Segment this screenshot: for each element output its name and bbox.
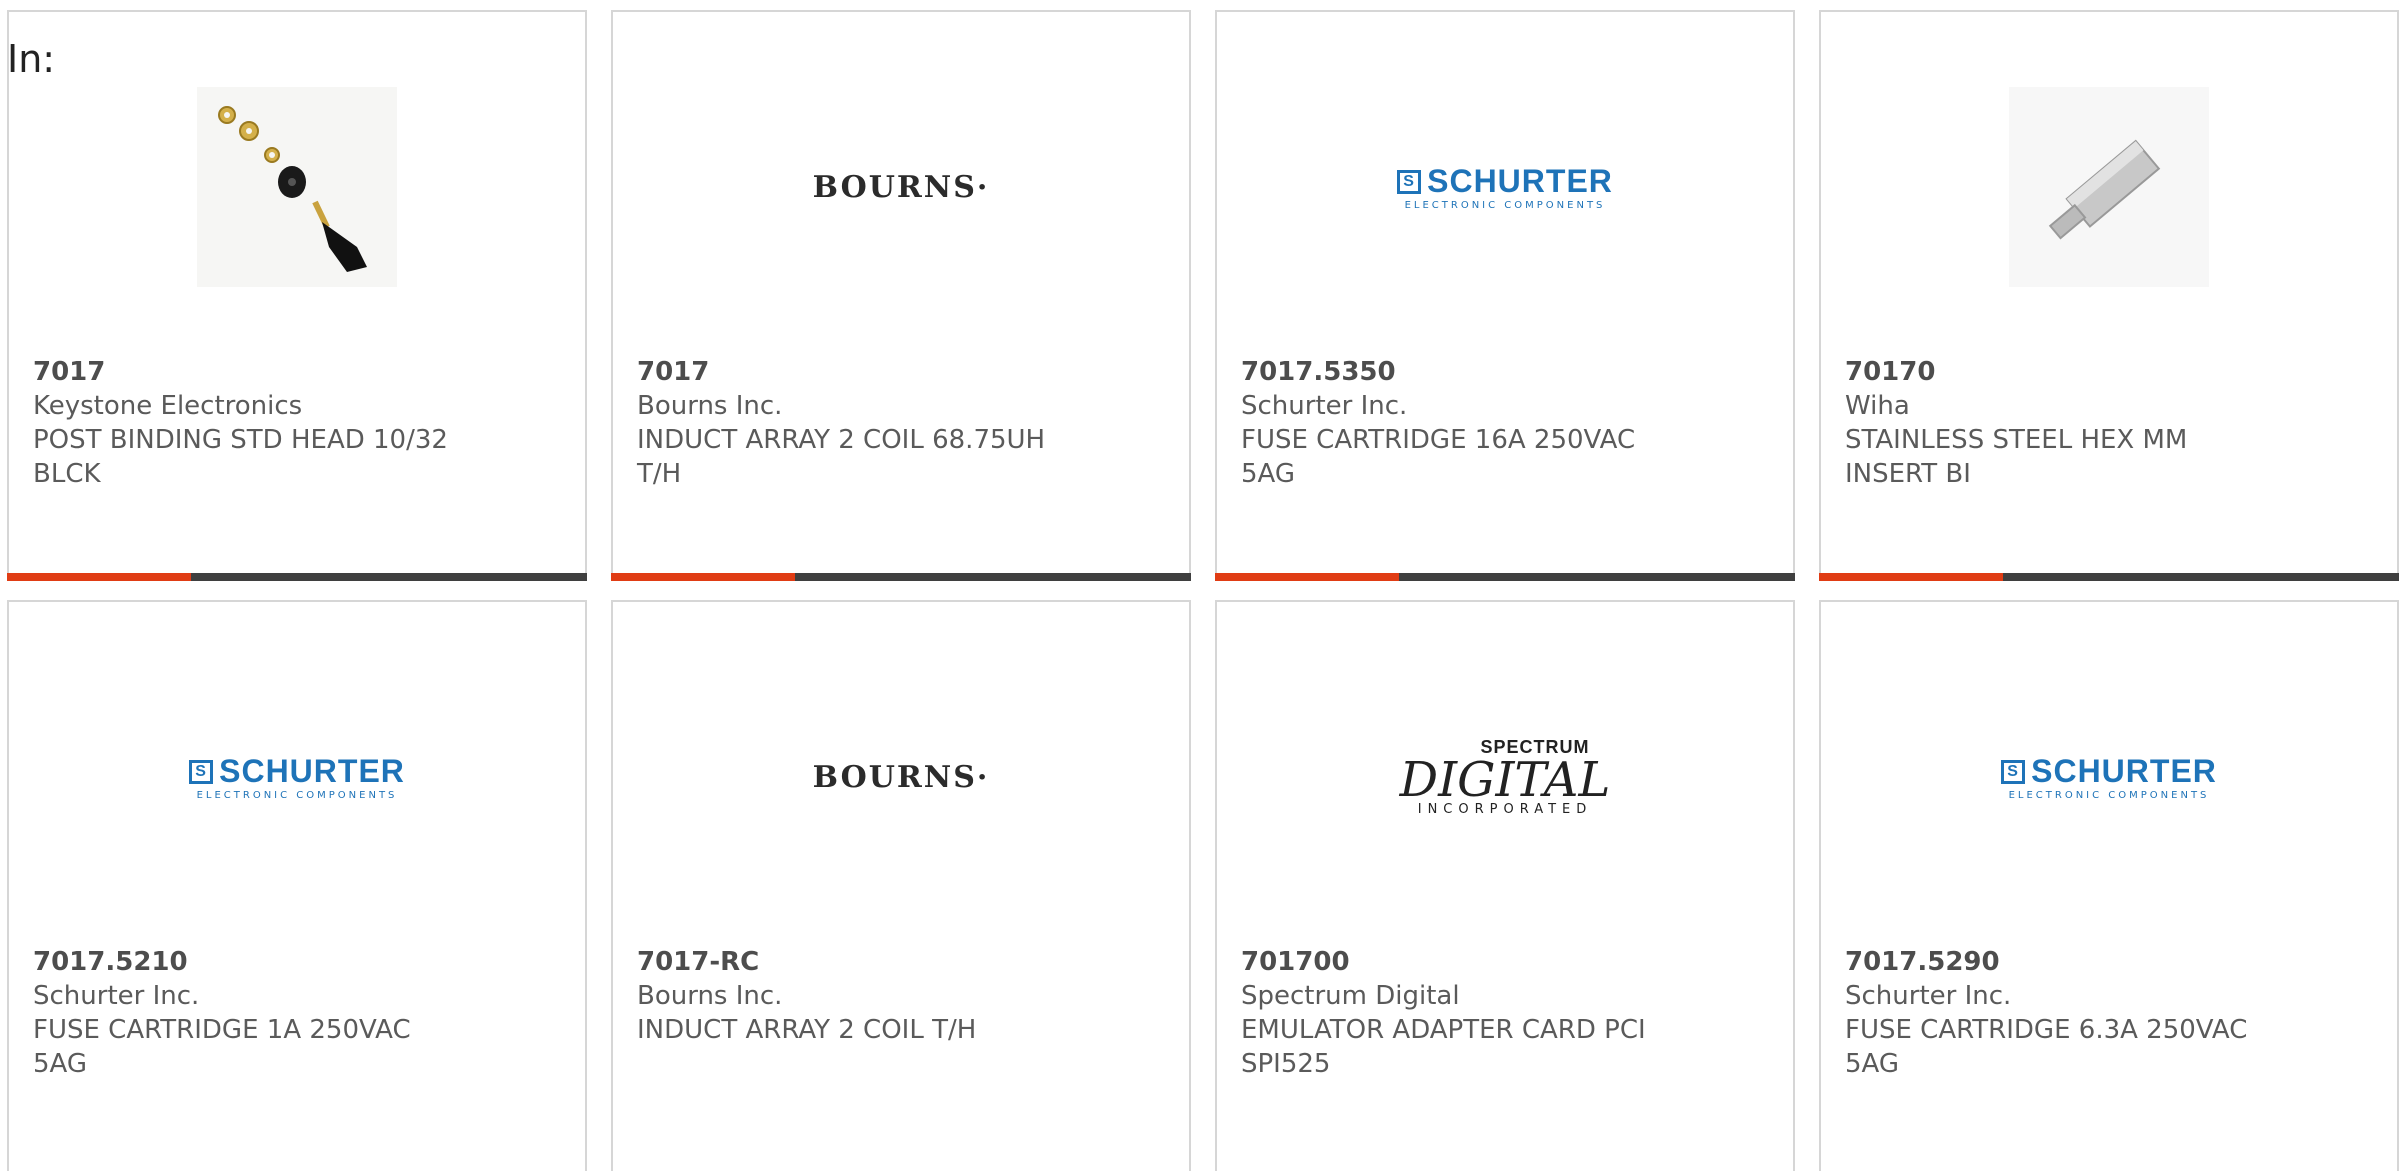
description-line: T/H (637, 459, 682, 489)
product-card[interactable]: S SCHURTER ELECTRONIC COMPONENTS 7017.521… (7, 600, 587, 1171)
description-line: INSERT BI (1845, 459, 1971, 489)
product-card[interactable]: S SCHURTER ELECTRONIC COMPONENTS 7017.529… (1819, 600, 2399, 1171)
description-line: 5AG (1845, 1049, 1900, 1079)
product-card[interactable]: S SCHURTER ELECTRONIC COMPONENTS 7017.535… (1215, 10, 1795, 581)
description-line: FUSE CARTRIDGE 16A 250VAC (1241, 425, 1636, 455)
product-card[interactable]: 70170 Wiha STAINLESS STEEL HEX MM INSERT… (1819, 10, 2399, 581)
schurter-logo-icon: S SCHURTER ELECTRONIC COMPONENTS (189, 753, 405, 801)
product-image: S SCHURTER ELECTRONIC COMPONENTS (1821, 672, 2397, 882)
manufacturer: Schurter Inc. (1845, 981, 2012, 1011)
product-image: S SCHURTER ELECTRONIC COMPONENTS (9, 672, 585, 882)
product-info: 7017-RC Bourns Inc. INDUCT ARRAY 2 COIL … (637, 945, 1067, 1047)
product-info: 70170 Wiha STAINLESS STEEL HEX MM INSERT… (1845, 355, 2275, 491)
card-accent-bar (611, 573, 1191, 581)
search-scope-label: In: (7, 37, 56, 81)
manufacturer: Bourns Inc. (637, 391, 783, 421)
manufacturer: Spectrum Digital (1241, 981, 1460, 1011)
product-image: BOURNS· (613, 672, 1189, 882)
manufacturer: Wiha (1845, 391, 1910, 421)
product-image: BOURNS· (613, 82, 1189, 292)
part-number[interactable]: 7017 (637, 355, 1067, 389)
description-line: EMULATOR ADAPTER CARD PCI (1241, 1015, 1646, 1045)
product-card[interactable]: 7017 Keystone Electronics POST BINDING S… (7, 10, 587, 581)
bourns-logo-icon: BOURNS· (812, 759, 990, 795)
description-line: BLCK (33, 459, 101, 489)
spectrum-digital-logo-icon: SPECTRUM DIGITAL INCORPORATED (1399, 737, 1611, 817)
manufacturer: Keystone Electronics (33, 391, 303, 421)
description-line: 5AG (33, 1049, 88, 1079)
product-info: 7017 Bourns Inc. INDUCT ARRAY 2 COIL 68.… (637, 355, 1067, 491)
part-number[interactable]: 7017-RC (637, 945, 1067, 979)
product-card[interactable]: BOURNS· 7017-RC Bourns Inc. INDUCT ARRAY… (611, 600, 1191, 1171)
product-info: 7017 Keystone Electronics POST BINDING S… (33, 355, 463, 491)
bourns-logo-icon: BOURNS· (812, 169, 990, 205)
hex-bit-icon (2009, 87, 2209, 287)
card-accent-bar (1819, 573, 2399, 581)
product-image: SPECTRUM DIGITAL INCORPORATED (1217, 672, 1793, 882)
product-info: 7017.5290 Schurter Inc. FUSE CARTRIDGE 6… (1845, 945, 2275, 1081)
manufacturer: Schurter Inc. (33, 981, 200, 1011)
description-line: 5AG (1241, 459, 1296, 489)
description-line: INDUCT ARRAY 2 COIL 68.75UH (637, 425, 1046, 455)
card-accent-bar (7, 573, 587, 581)
part-number[interactable]: 701700 (1241, 945, 1671, 979)
product-info: 7017.5210 Schurter Inc. FUSE CARTRIDGE 1… (33, 945, 463, 1081)
product-image (1821, 82, 2397, 292)
schurter-logo-icon: S SCHURTER ELECTRONIC COMPONENTS (2001, 753, 2217, 801)
description-line: FUSE CARTRIDGE 1A 250VAC (33, 1015, 411, 1045)
product-card[interactable]: SPECTRUM DIGITAL INCORPORATED 701700 Spe… (1215, 600, 1795, 1171)
binding-post-icon (197, 87, 397, 287)
product-image: S SCHURTER ELECTRONIC COMPONENTS (1217, 82, 1793, 292)
description-line: INDUCT ARRAY 2 COIL T/H (637, 1015, 977, 1045)
part-number[interactable]: 7017.5210 (33, 945, 463, 979)
manufacturer: Schurter Inc. (1241, 391, 1408, 421)
description-line: SPI525 (1241, 1049, 1331, 1079)
part-number[interactable]: 7017.5290 (1845, 945, 2275, 979)
product-card[interactable]: BOURNS· 7017 Bourns Inc. INDUCT ARRAY 2 … (611, 10, 1191, 581)
description-line: POST BINDING STD HEAD 10/32 (33, 425, 448, 455)
manufacturer: Bourns Inc. (637, 981, 783, 1011)
description-line: STAINLESS STEEL HEX MM (1845, 425, 2188, 455)
product-info: 701700 Spectrum Digital EMULATOR ADAPTER… (1241, 945, 1671, 1081)
part-number[interactable]: 7017.5350 (1241, 355, 1671, 389)
schurter-logo-icon: S SCHURTER ELECTRONIC COMPONENTS (1397, 163, 1613, 211)
description-line: FUSE CARTRIDGE 6.3A 250VAC (1845, 1015, 2248, 1045)
card-accent-bar (1215, 573, 1795, 581)
part-number[interactable]: 70170 (1845, 355, 2275, 389)
product-info: 7017.5350 Schurter Inc. FUSE CARTRIDGE 1… (1241, 355, 1671, 491)
part-number[interactable]: 7017 (33, 355, 463, 389)
product-image (9, 82, 585, 292)
